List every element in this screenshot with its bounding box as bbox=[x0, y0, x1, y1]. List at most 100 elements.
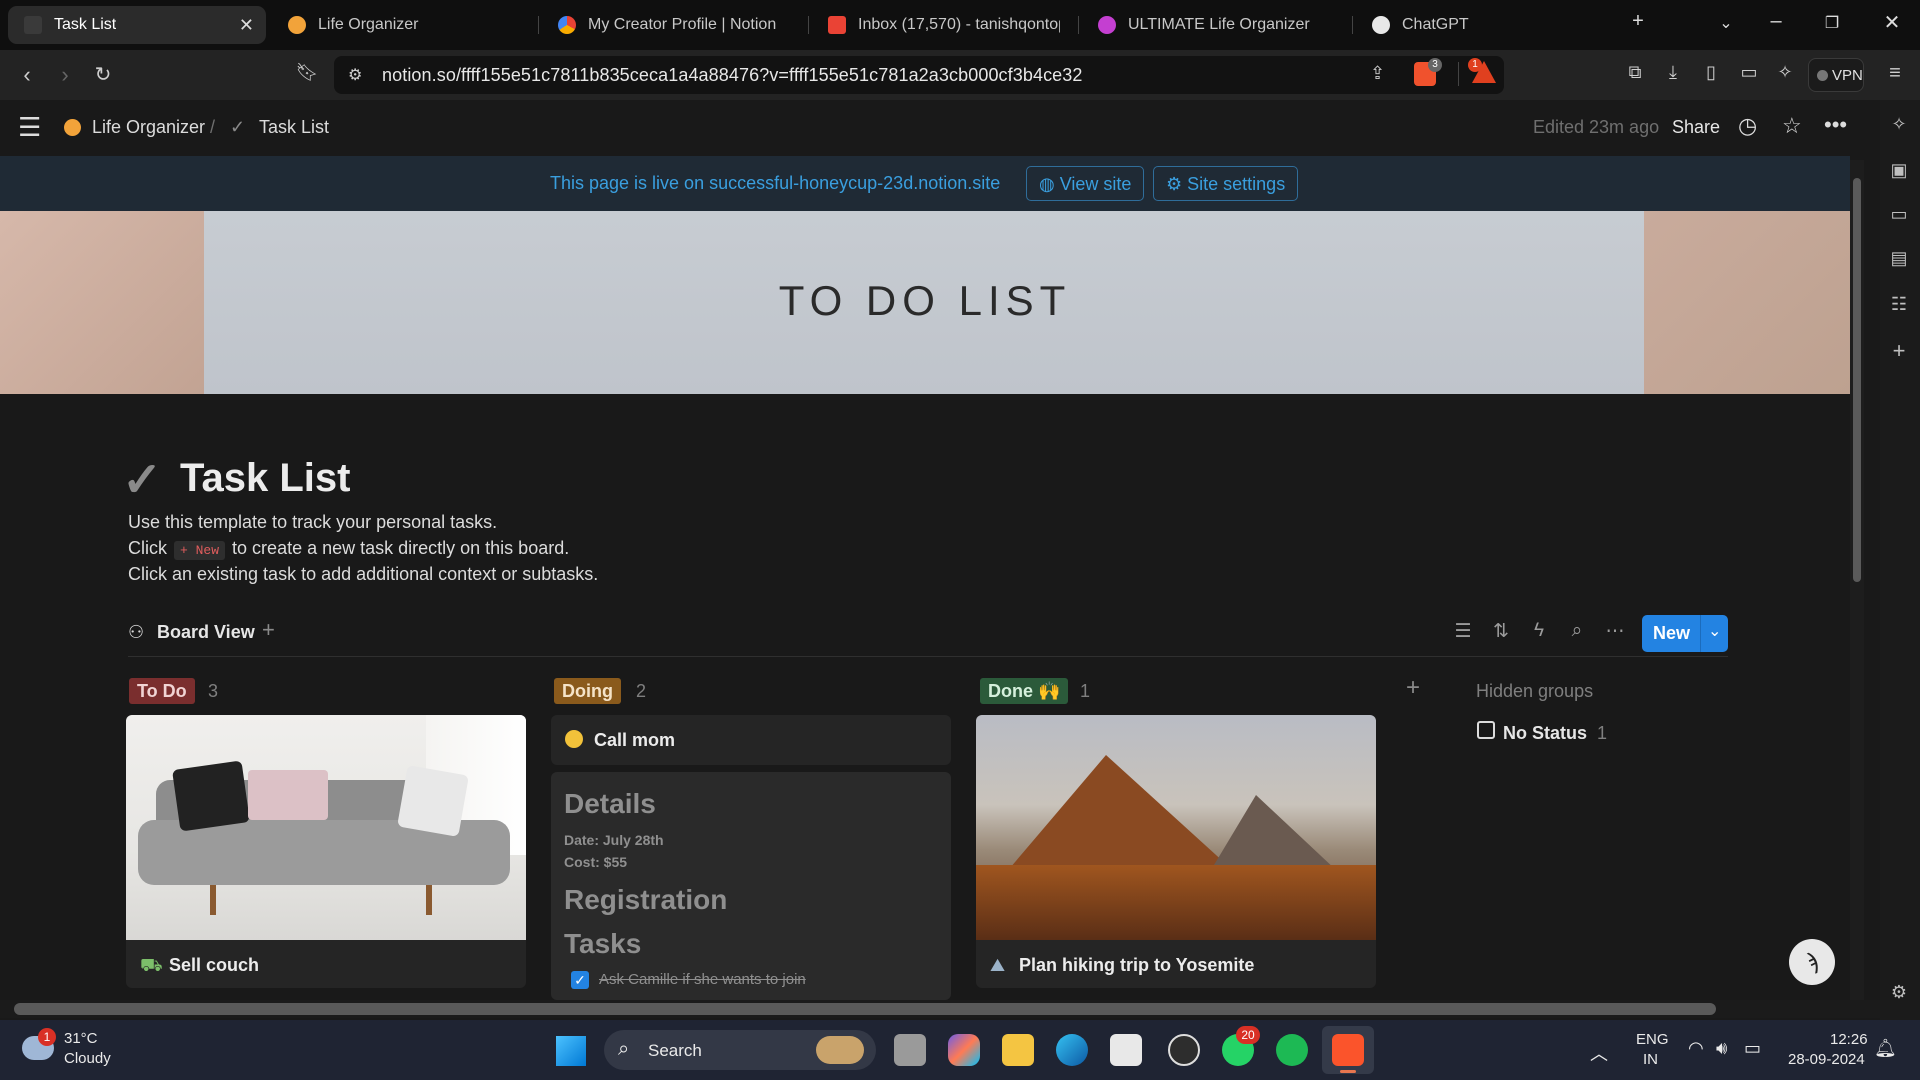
card-call-mom[interactable]: Call mom bbox=[551, 715, 951, 765]
minimize-icon[interactable]: – bbox=[1756, 10, 1796, 33]
leo-sparkle-icon[interactable]: ✧ bbox=[1884, 114, 1914, 135]
back-icon[interactable]: ‹ bbox=[12, 62, 42, 88]
group-label-doing[interactable]: Doing bbox=[554, 678, 621, 704]
microsoft-store-icon[interactable] bbox=[1110, 1034, 1142, 1066]
new-tab-icon[interactable]: + bbox=[1618, 10, 1658, 33]
address-bar[interactable]: ⚙ notion.so/ffff155e51c7811b835ceca1a4a8… bbox=[334, 56, 1504, 94]
settings-gear-icon[interactable]: ⚙ bbox=[1884, 982, 1914, 1003]
breadcrumb-current[interactable]: Task List bbox=[259, 117, 329, 138]
filter-icon[interactable]: ☰ bbox=[1448, 620, 1478, 643]
reload-icon[interactable]: ↻ bbox=[88, 62, 118, 87]
close-tab-icon[interactable]: ✕ bbox=[239, 15, 254, 36]
menu-icon[interactable]: ≡ bbox=[1880, 62, 1910, 85]
vertical-scroll-thumb[interactable] bbox=[1853, 178, 1861, 582]
close-window-icon[interactable]: ✕ bbox=[1872, 10, 1912, 35]
battery-icon[interactable]: ▭ bbox=[1744, 1038, 1761, 1059]
add-view-icon[interactable]: + bbox=[262, 617, 275, 643]
bookmark-icon[interactable]: 🔖︎ bbox=[292, 62, 322, 83]
file-explorer-icon[interactable] bbox=[1002, 1034, 1034, 1066]
group-label-done[interactable]: Done 🙌 bbox=[980, 678, 1069, 704]
site-settings-button[interactable]: ⚙ Site settings bbox=[1153, 166, 1299, 201]
site-settings-icon[interactable]: ⚙ bbox=[348, 65, 362, 85]
copilot-icon[interactable] bbox=[948, 1034, 980, 1066]
hidden-group-no-status[interactable]: No Status bbox=[1503, 723, 1587, 744]
tab-gmail-inbox[interactable]: Inbox (17,570) - tanishqontop@ bbox=[812, 6, 1076, 44]
whatsapp-badge: 20 bbox=[1236, 1026, 1260, 1044]
tab-list-chevron-icon[interactable]: ⌄ bbox=[1706, 13, 1746, 33]
spotify-icon[interactable] bbox=[1276, 1034, 1308, 1066]
page-checkmark-icon[interactable]: ✓ bbox=[122, 452, 162, 508]
new-button-divider bbox=[1700, 615, 1701, 652]
automation-lightning-icon[interactable]: ϟ bbox=[1524, 620, 1554, 642]
tab-board-view[interactable]: Board View bbox=[157, 622, 255, 643]
language-top[interactable]: ENG bbox=[1636, 1031, 1669, 1048]
media-icon[interactable]: ▣ bbox=[1884, 160, 1914, 181]
more-options-icon[interactable]: ••• bbox=[1824, 112, 1847, 138]
restore-icon[interactable]: ❐ bbox=[1812, 13, 1852, 33]
tab-title: My Creator Profile | Notion bbox=[588, 16, 777, 33]
taskbar-search-box[interactable]: ⌕ Search bbox=[604, 1030, 876, 1070]
card-sell-couch[interactable]: ⛟ Sell couch bbox=[126, 715, 526, 988]
view-site-button[interactable]: ◍ View site bbox=[1026, 166, 1145, 201]
volume-icon[interactable]: 🔊︎ bbox=[1716, 1038, 1727, 1059]
wallet-icon[interactable]: ▭ bbox=[1734, 62, 1764, 83]
clock-time[interactable]: 12:26 bbox=[1830, 1031, 1868, 1048]
windows-start-icon[interactable] bbox=[556, 1036, 586, 1066]
favorite-star-icon[interactable]: ☆ bbox=[1782, 113, 1802, 139]
chevron-down-icon[interactable]: ⌄ bbox=[1708, 621, 1721, 641]
striped-pillow-shape bbox=[397, 765, 469, 837]
notion-checkmark-icon bbox=[24, 16, 42, 34]
share-page-icon[interactable]: ⇪ bbox=[1370, 63, 1385, 84]
extensions-icon[interactable]: ⧉ bbox=[1620, 62, 1650, 83]
dell-icon[interactable] bbox=[1168, 1034, 1200, 1066]
tab-ultimate-life-organizer[interactable]: ULTIMATE Life Organizer bbox=[1082, 6, 1350, 44]
couch-photo bbox=[126, 715, 526, 940]
tab-task-list[interactable]: Task List ✕ bbox=[8, 6, 266, 44]
leo-ai-icon[interactable]: ✧ bbox=[1770, 62, 1800, 83]
new-button[interactable]: New ⌄ bbox=[1642, 615, 1728, 652]
toolbar-divider bbox=[128, 656, 1728, 657]
forward-icon[interactable]: › bbox=[50, 62, 80, 88]
checkbox-checked-icon[interactable]: ✓ bbox=[571, 971, 589, 989]
url-text[interactable]: notion.so/ffff155e51c7811b835ceca1a4a884… bbox=[382, 65, 1083, 86]
sidebar-toggle-icon[interactable]: ▯ bbox=[1696, 62, 1726, 83]
notion-creator-icon bbox=[558, 16, 576, 34]
history-clock-icon[interactable]: ◷ bbox=[1738, 113, 1757, 139]
card-hiking-trip[interactable]: ⛰ Plan hiking trip to Yosemite bbox=[976, 715, 1376, 988]
sort-icon[interactable]: ⇅ bbox=[1486, 620, 1516, 643]
reading-list-icon[interactable]: ☷ bbox=[1884, 294, 1914, 315]
wallet-icon[interactable]: ▭ bbox=[1884, 204, 1914, 225]
tab-life-organizer[interactable]: Life Organizer bbox=[272, 6, 530, 44]
page-title[interactable]: Task List bbox=[180, 456, 350, 501]
add-panel-icon[interactable]: + bbox=[1884, 338, 1914, 364]
new-button-label: New bbox=[1653, 623, 1691, 643]
tab-chatgpt[interactable]: ChatGPT bbox=[1356, 6, 1620, 44]
wifi-icon[interactable]: ◠ bbox=[1688, 1038, 1704, 1059]
clock-date[interactable]: 28-09-2024 bbox=[1788, 1051, 1865, 1068]
inline-new-chip: + New bbox=[174, 541, 226, 560]
tab-title: Life Organizer bbox=[318, 16, 419, 33]
horizontal-scroll-thumb[interactable] bbox=[14, 1003, 1716, 1015]
downloads-icon[interactable]: ⤓ bbox=[1658, 62, 1688, 83]
chevron-up-icon[interactable]: ︿ bbox=[1590, 1040, 1608, 1066]
notion-ai-face-icon[interactable]: ϡ bbox=[1789, 939, 1835, 985]
group-label-todo[interactable]: To Do bbox=[129, 678, 195, 704]
edge-icon[interactable] bbox=[1056, 1034, 1088, 1066]
task-view-icon[interactable] bbox=[894, 1034, 926, 1066]
tab-creator-profile[interactable]: My Creator Profile | Notion bbox=[542, 6, 806, 44]
add-group-icon[interactable]: + bbox=[1406, 674, 1420, 702]
notification-bell-icon[interactable]: 🔔︎ bbox=[1874, 1038, 1897, 1059]
brave-browser-icon[interactable] bbox=[1332, 1034, 1364, 1066]
sidebar-menu-icon[interactable]: ☰ bbox=[18, 112, 41, 143]
vpn-button[interactable]: VPN bbox=[1808, 58, 1864, 92]
search-icon[interactable]: ⌕ bbox=[1562, 620, 1592, 642]
tab-title: ChatGPT bbox=[1402, 16, 1469, 33]
language-bottom[interactable]: IN bbox=[1643, 1051, 1658, 1068]
more-options-icon[interactable]: ⋯ bbox=[1600, 620, 1630, 643]
breadcrumb-parent[interactable]: Life Organizer bbox=[92, 117, 205, 138]
card-details-preview[interactable]: Details Date: July 28th Cost: $55 Regist… bbox=[551, 772, 951, 1000]
compass-icon bbox=[288, 16, 306, 34]
bookmarks-icon[interactable]: ▤ bbox=[1884, 248, 1914, 269]
share-button[interactable]: Share bbox=[1672, 117, 1720, 138]
cover-image[interactable]: TO DO LIST bbox=[0, 211, 1850, 394]
